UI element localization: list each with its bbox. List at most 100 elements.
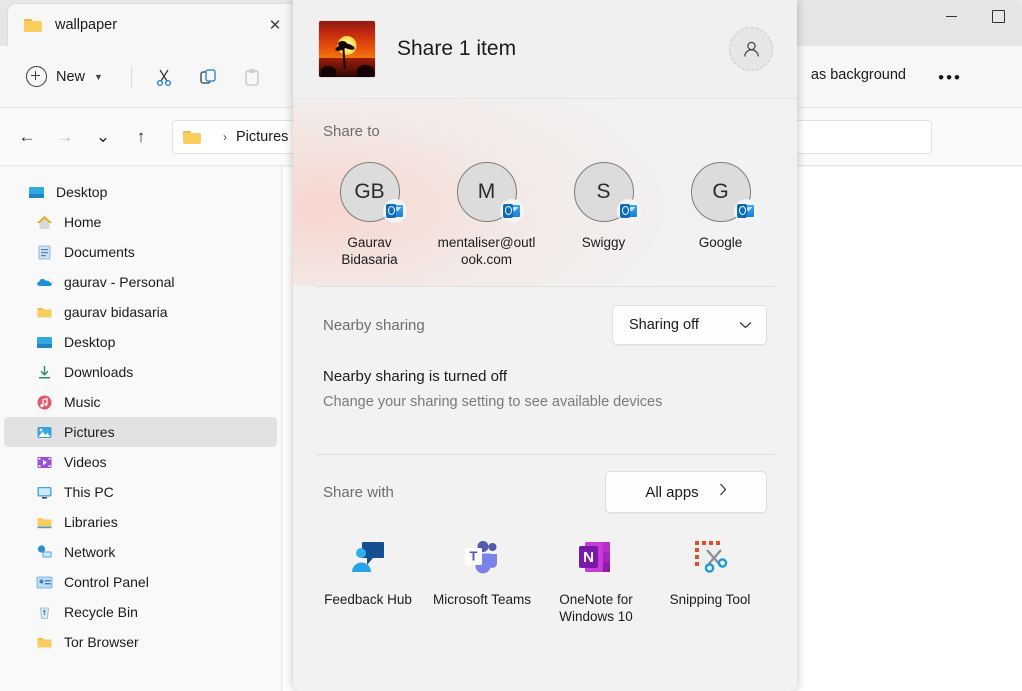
share-to-label: Share to <box>323 123 380 140</box>
app-item[interactable]: Feedback Hub <box>311 537 425 625</box>
nearby-status-subtitle: Change your sharing setting to see avail… <box>323 394 663 410</box>
desktop-icon <box>28 184 45 201</box>
sidebar-item-desktop[interactable]: Desktop <box>4 177 277 207</box>
share-dialog-title: Share 1 item <box>397 37 517 60</box>
app-item[interactable]: T Microsoft Teams <box>425 537 539 625</box>
onenote-icon: N <box>576 537 616 577</box>
share-with-row: Share with All apps <box>323 455 767 529</box>
sidebar-item-home[interactable]: Home <box>4 207 277 237</box>
documents-icon <box>36 244 53 261</box>
forward-button[interactable]: → <box>48 120 82 154</box>
back-button[interactable]: ← <box>10 120 44 154</box>
sharing-mode-value: Sharing off <box>629 317 699 333</box>
share-dialog: Share 1 item Share to GB Gaurav Bidasari… <box>293 0 797 691</box>
contact-avatar: G <box>690 162 758 223</box>
sidebar-label: Videos <box>64 454 107 470</box>
nearby-sharing-label: Nearby sharing <box>323 316 425 334</box>
contact-avatar: S <box>573 162 641 223</box>
microsoft-teams-icon: T <box>462 537 502 577</box>
contact-item[interactable]: M mentaliser@outlook.com <box>428 158 545 268</box>
nearby-sharing-row: Nearby sharing Sharing off <box>323 287 767 363</box>
sharing-mode-select[interactable]: Sharing off <box>612 305 767 345</box>
folder-icon <box>183 130 201 144</box>
sidebar-label: Home <box>64 214 102 230</box>
sidebar-item-this-pc[interactable]: This PC <box>4 477 277 507</box>
contact-name: Google <box>698 235 743 250</box>
pictures-icon <box>36 424 53 441</box>
sidebar-item-music[interactable]: Music <box>4 387 277 417</box>
contact-initials: S <box>596 180 611 203</box>
app-item[interactable]: N OneNote for Windows 10 <box>539 537 653 625</box>
paste-icon[interactable] <box>234 61 270 93</box>
sidebar-label: Libraries <box>64 514 118 530</box>
sidebar-label: Music <box>64 394 101 410</box>
app-name: Feedback Hub <box>324 592 412 607</box>
chevron-down-icon <box>739 316 752 334</box>
folder-icon <box>36 304 53 321</box>
toolbar-divider <box>130 65 132 88</box>
new-button-label: New <box>56 68 86 85</box>
share-dialog-header: Share 1 item <box>293 0 797 99</box>
share-with-section: Share with All apps Feedback Hub T Micro… <box>293 455 797 625</box>
sidebar-label: Desktop <box>64 334 116 350</box>
contact-initials: GB <box>354 180 385 203</box>
copy-icon[interactable] <box>190 61 226 93</box>
sunset-image-thumbnail <box>319 21 375 77</box>
set-as-background-label[interactable]: as background <box>811 67 906 83</box>
close-icon[interactable]: ✕ <box>262 12 288 38</box>
account-avatar-icon[interactable] <box>729 27 773 71</box>
sidebar-item-tor-browser[interactable]: Tor Browser <box>4 627 277 657</box>
overflow-menu-button[interactable]: ••• <box>938 68 962 88</box>
apps-list: Feedback Hub T Microsoft Teams N OneNote… <box>311 529 767 625</box>
window-controls <box>928 0 1022 46</box>
sidebar-item-onedrive[interactable]: gaurav - Personal <box>4 267 277 297</box>
sidebar-label: Recycle Bin <box>64 604 138 620</box>
nearby-status-title: Nearby sharing is turned off <box>323 368 507 385</box>
app-name: OneNote for Windows 10 <box>559 592 633 624</box>
chevron-right-icon <box>719 483 727 501</box>
contact-name: mentaliser@outlook.com <box>437 235 536 267</box>
plus-icon <box>26 66 47 87</box>
sidebar-item-recycle-bin[interactable]: Recycle Bin <box>4 597 277 627</box>
videos-icon <box>36 454 53 471</box>
contact-item[interactable]: G Google <box>662 158 779 268</box>
recent-locations-button[interactable]: ⌄ <box>86 120 120 154</box>
feedback-hub-icon <box>348 537 388 577</box>
snipping-tool-icon <box>690 537 730 577</box>
contact-initials: G <box>712 180 729 203</box>
share-dialog-body: Share to GB Gaurav Bidasaria M mentalise… <box>293 99 797 625</box>
explorer-tab[interactable]: wallpaper ✕ <box>8 4 298 46</box>
share-with-label: Share with <box>323 483 394 501</box>
bush-shape <box>357 65 374 77</box>
contact-avatar: M <box>456 162 524 223</box>
app-name: Snipping Tool <box>669 592 751 607</box>
new-button[interactable]: New ▼ <box>16 61 113 93</box>
network-icon <box>36 544 53 561</box>
sidebar-item-pictures[interactable]: Pictures <box>4 417 277 447</box>
sidebar-item-videos[interactable]: Videos <box>4 447 277 477</box>
outlook-icon <box>382 199 407 223</box>
sidebar-item-downloads[interactable]: Downloads <box>4 357 277 387</box>
contact-initials: M <box>477 180 496 203</box>
sidebar-item-control-panel[interactable]: Control Panel <box>4 567 277 597</box>
cut-icon[interactable] <box>146 61 182 93</box>
contacts-list: GB Gaurav Bidasaria M mentaliser@outlook… <box>293 140 797 268</box>
sidebar-item-libraries[interactable]: Libraries <box>4 507 277 537</box>
minimize-icon[interactable] <box>928 0 975 32</box>
sidebar-label: Desktop <box>56 184 108 200</box>
share-to-section: Share to GB Gaurav Bidasaria M mentalise… <box>293 99 797 286</box>
sidebar-item-network[interactable]: Network <box>4 537 277 567</box>
sidebar-item-desktop-2[interactable]: Desktop <box>4 327 277 357</box>
sidebar-item-documents[interactable]: Documents <box>4 237 277 267</box>
sidebar-label: gaurav - Personal <box>64 274 175 290</box>
contact-item[interactable]: GB Gaurav Bidasaria <box>311 158 428 268</box>
breadcrumb-item-pictures[interactable]: Pictures <box>236 129 288 145</box>
sidebar-label: gaurav bidasaria <box>64 304 168 320</box>
all-apps-button[interactable]: All apps <box>605 471 767 513</box>
sidebar-item-gaurav-bidasaria[interactable]: gaurav bidasaria <box>4 297 277 327</box>
sidebar-label: Network <box>64 544 116 560</box>
app-item[interactable]: Snipping Tool <box>653 537 767 625</box>
contact-item[interactable]: S Swiggy <box>545 158 662 268</box>
maximize-icon[interactable] <box>975 0 1022 32</box>
up-button[interactable]: ↑ <box>124 120 158 154</box>
